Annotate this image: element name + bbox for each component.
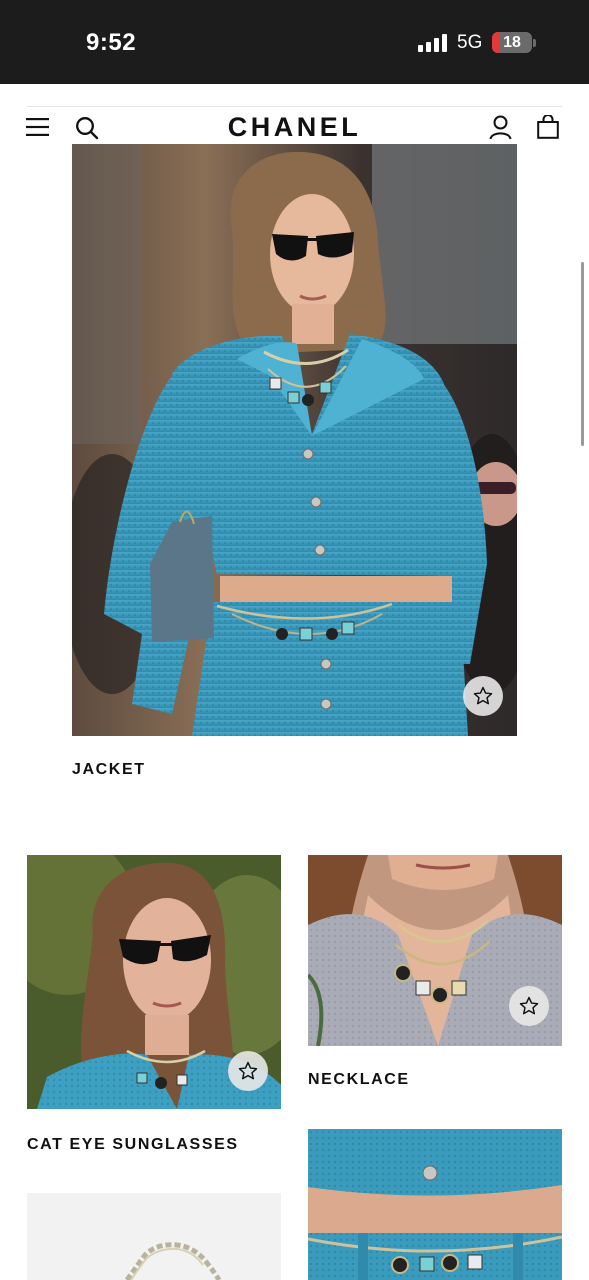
chain-belt-photo xyxy=(27,1193,281,1280)
product-image-belt-look[interactable] xyxy=(308,1129,562,1280)
logo-text: CHANEL xyxy=(227,112,362,142)
battery-tip xyxy=(533,39,536,47)
product-label-necklace[interactable]: NECKLACE xyxy=(308,1071,410,1089)
product-image-necklace[interactable] xyxy=(308,855,562,1046)
star-icon xyxy=(519,996,539,1015)
product-label-sunglasses[interactable]: CAT EYE SUNGLASSES xyxy=(27,1136,239,1154)
jacket-look-photo xyxy=(72,144,517,736)
status-bar: 9:52 5G 18 xyxy=(0,0,589,84)
battery-level: 18 xyxy=(503,34,521,51)
signal-icon xyxy=(418,34,448,52)
favorite-button[interactable] xyxy=(228,1051,268,1091)
product-image-sunglasses[interactable] xyxy=(27,855,281,1109)
star-icon xyxy=(473,686,493,705)
network-type: 5G xyxy=(457,32,483,53)
bag-icon[interactable] xyxy=(537,115,559,139)
star-icon xyxy=(238,1061,258,1080)
menu-icon[interactable] xyxy=(26,118,49,136)
battery-icon: 18 xyxy=(492,32,532,53)
product-image-jacket[interactable] xyxy=(72,144,517,736)
account-icon[interactable] xyxy=(489,115,512,140)
scrollbar[interactable] xyxy=(581,262,584,446)
favorite-button[interactable] xyxy=(463,676,503,716)
product-label-jacket[interactable]: JACKET xyxy=(72,761,146,779)
status-time: 9:52 xyxy=(86,29,137,56)
search-icon[interactable] xyxy=(75,116,99,140)
product-image-chain-belt[interactable] xyxy=(27,1193,281,1280)
site-header: CHANEL xyxy=(0,107,589,147)
favorite-button[interactable] xyxy=(509,986,549,1026)
belt-look-photo xyxy=(308,1129,562,1280)
